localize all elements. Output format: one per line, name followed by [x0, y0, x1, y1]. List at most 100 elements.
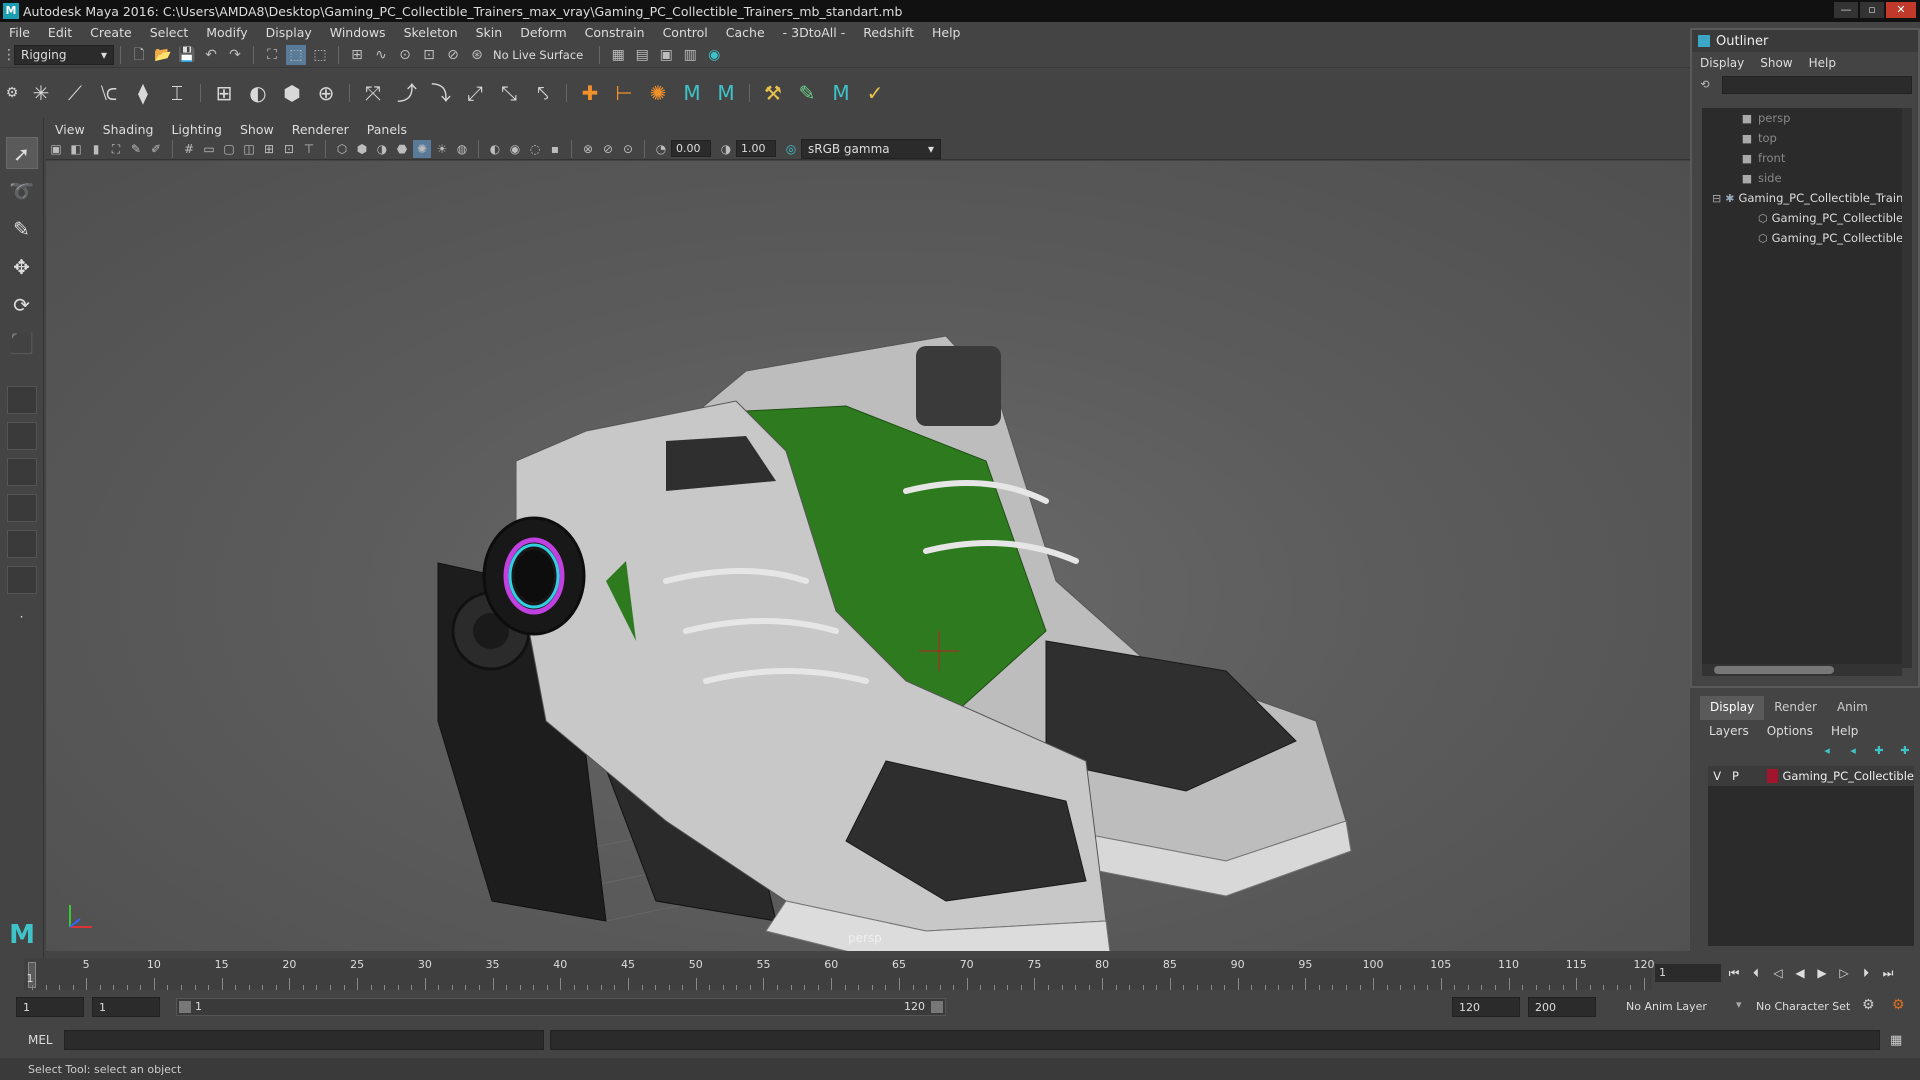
range-slider[interactable]: 1 120: [176, 998, 946, 1016]
hik-control-icon[interactable]: M: [711, 78, 741, 108]
twod-pan-icon[interactable]: ✐: [147, 140, 165, 158]
maximize-button[interactable]: ▫: [1860, 2, 1884, 18]
cluster-icon[interactable]: ⊕: [311, 78, 341, 108]
camera-attr-icon[interactable]: ◧: [67, 140, 85, 158]
skeleton-icon[interactable]: ✺: [643, 78, 673, 108]
menu-constrain[interactable]: Constrain: [576, 25, 654, 40]
film-gate-icon[interactable]: ▭: [200, 140, 218, 158]
panel-menu-lighting[interactable]: Lighting: [162, 122, 231, 137]
safe-title-icon[interactable]: ⊤: [300, 140, 318, 158]
playback-start-field[interactable]: 1: [92, 997, 160, 1017]
aim-constraint-icon[interactable]: ⤴: [392, 78, 422, 108]
script-editor-icon[interactable]: ▦: [1890, 1033, 1902, 1048]
current-frame-field[interactable]: 1: [1655, 964, 1721, 982]
snap-curve-icon[interactable]: ∿: [371, 45, 391, 65]
paint-skin-icon[interactable]: ✎: [792, 78, 822, 108]
move-tool-icon[interactable]: ✥: [6, 251, 38, 283]
step-back-key-icon[interactable]: ⏴: [1747, 964, 1765, 982]
menu-redshift[interactable]: Redshift: [854, 25, 923, 40]
gamma-icon[interactable]: ◑: [717, 140, 735, 158]
layer-color-swatch[interactable]: [1766, 769, 1779, 783]
shadows-icon[interactable]: ☀: [433, 140, 451, 158]
outliner-horizontal-scrollbar[interactable]: [1702, 664, 1902, 676]
select-component-icon[interactable]: ⬚: [310, 45, 330, 65]
rotate-tool-icon[interactable]: ⟳: [6, 289, 38, 321]
bind-skin-icon[interactable]: ⊞: [209, 78, 239, 108]
auto-key-icon[interactable]: ⚙: [1862, 997, 1875, 1013]
perspective-viewport[interactable]: persp: [46, 161, 1690, 951]
hik-tool-icon[interactable]: M: [826, 78, 856, 108]
render-current-icon[interactable]: ▣: [656, 45, 676, 65]
create-rig-icon[interactable]: ⊢: [609, 78, 639, 108]
point-constraint-icon[interactable]: ⤧: [358, 78, 388, 108]
layer-row[interactable]: V P Gaming_PC_Collectible: [1708, 766, 1914, 786]
tree-item-front[interactable]: ■ front: [1702, 148, 1902, 168]
tree-item-top[interactable]: ■ top: [1702, 128, 1902, 148]
image-plane-icon[interactable]: ⛶: [107, 140, 125, 158]
scroll-thumb[interactable]: [1714, 666, 1834, 674]
select-tool-icon[interactable]: ➚: [5, 137, 38, 169]
depth-of-field-icon[interactable]: ◌: [526, 140, 544, 158]
make-live-icon[interactable]: ⊛: [467, 45, 487, 65]
layout-outliner-icon[interactable]: [6, 494, 37, 522]
grease-pencil-icon[interactable]: ✎: [127, 140, 145, 158]
screen-ao-icon[interactable]: ◍: [453, 140, 471, 158]
range-start-handle[interactable]: [179, 1001, 191, 1013]
scene-end-field[interactable]: 200: [1528, 997, 1596, 1017]
menu-display[interactable]: Display: [257, 25, 321, 40]
exposure-field[interactable]: 0.00: [671, 140, 711, 157]
menu-3dtoall[interactable]: - 3DtoAll -: [774, 25, 855, 40]
bookmark-icon[interactable]: ▮: [87, 140, 105, 158]
tree-item-mesh-1[interactable]: ⬡Gaming_PC_Collectible_Trainers_1: [1702, 208, 1902, 228]
layer-menu-layers[interactable]: Layers: [1700, 724, 1758, 738]
menuset-dropdown[interactable]: Rigging ▾: [14, 44, 114, 65]
panel-menu-renderer[interactable]: Renderer: [283, 122, 358, 137]
outliner-vertical-scrollbar[interactable]: [1902, 108, 1912, 668]
step-forward-key-icon[interactable]: ⏵: [1857, 964, 1875, 982]
layer-menu-options[interactable]: Options: [1758, 724, 1822, 738]
collapse-icon[interactable]: ⊟: [1712, 192, 1721, 205]
outliner-menu-display[interactable]: Display: [1692, 56, 1752, 70]
new-scene-icon[interactable]: 🗋: [129, 45, 149, 65]
command-input[interactable]: [64, 1030, 544, 1050]
wireframe-icon[interactable]: ⬡: [333, 140, 351, 158]
redo-icon[interactable]: ↷: [225, 45, 245, 65]
scale-constraint-icon[interactable]: ⤢: [460, 78, 490, 108]
multisample-icon[interactable]: ◉: [506, 140, 524, 158]
menu-cache[interactable]: Cache: [717, 25, 774, 40]
exposure-icon[interactable]: ◔: [652, 140, 670, 158]
render-settings-icon[interactable]: ▦: [608, 45, 628, 65]
tab-anim[interactable]: Anim: [1827, 696, 1878, 720]
paint-select-icon[interactable]: ✎: [6, 213, 38, 245]
filter-icon[interactable]: ⟲: [1698, 78, 1712, 92]
outliner-menu-help[interactable]: Help: [1801, 56, 1844, 70]
anim-layer-dropdown[interactable]: No Anim Layer: [1626, 1000, 1707, 1013]
save-scene-icon[interactable]: 💾: [177, 45, 197, 65]
menu-create[interactable]: Create: [81, 25, 141, 40]
menu-file[interactable]: File: [0, 25, 39, 40]
ik-handle-icon[interactable]: ⟋: [60, 78, 90, 108]
hik-icon[interactable]: M: [677, 78, 707, 108]
safe-action-icon[interactable]: ⊡: [280, 140, 298, 158]
field-chart-icon[interactable]: ⊞: [260, 140, 278, 158]
panel-menu-view[interactable]: View: [46, 122, 94, 137]
outliner-menu-show[interactable]: Show: [1752, 56, 1800, 70]
ipr-render-icon[interactable]: ▥: [680, 45, 700, 65]
layer-menu-help[interactable]: Help: [1822, 724, 1867, 738]
lattice-icon[interactable]: ⬢: [277, 78, 307, 108]
undo-icon[interactable]: ↶: [201, 45, 221, 65]
locator-icon[interactable]: ✚: [575, 78, 605, 108]
preferences-icon[interactable]: ⚙: [1892, 997, 1905, 1013]
lasso-tool-icon[interactable]: ➰: [6, 175, 38, 207]
xray-icon[interactable]: ⊗: [579, 140, 597, 158]
new-layer-icon[interactable]: ✚: [1870, 742, 1888, 760]
minimize-button[interactable]: —: [1834, 2, 1858, 18]
wireframe-on-shaded-icon[interactable]: ◑: [373, 140, 391, 158]
gate-mask-icon[interactable]: ◫: [240, 140, 258, 158]
panel-menu-panels[interactable]: Panels: [358, 122, 416, 137]
layout-single-icon[interactable]: [6, 386, 37, 414]
orient-constraint-icon[interactable]: ⤵: [426, 78, 456, 108]
menu-control[interactable]: Control: [654, 25, 717, 40]
quick-rig-icon[interactable]: ⚒: [758, 78, 788, 108]
tree-item-group[interactable]: ⊟✱Gaming_PC_Collectible_Trainers: [1702, 188, 1902, 208]
